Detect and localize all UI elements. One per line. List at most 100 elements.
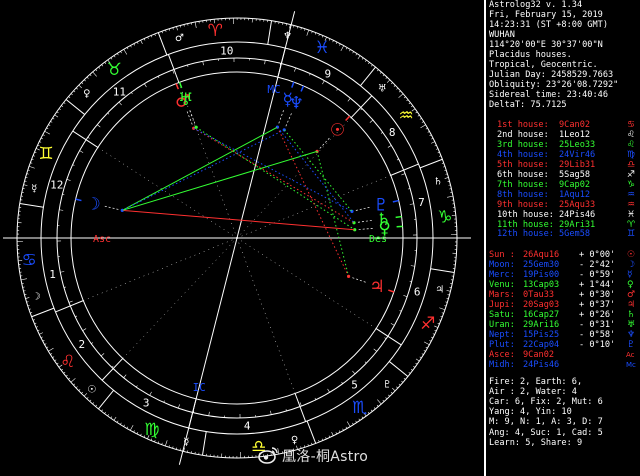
house-ring-tick bbox=[369, 119, 374, 123]
degree-tick bbox=[403, 96, 406, 99]
house-ring-tick bbox=[309, 73, 311, 76]
planet-tick bbox=[392, 199, 399, 203]
sign-ruler-icon: ♀ bbox=[83, 89, 90, 100]
degree-tick bbox=[52, 356, 55, 358]
house-number: 1 bbox=[49, 268, 56, 281]
degree-tick bbox=[325, 437, 327, 440]
house-number: 6 bbox=[414, 285, 421, 298]
stat-line: M: 9, N: 1, A: 3, D: 7 bbox=[489, 417, 603, 428]
house-cusp-inner bbox=[122, 237, 238, 359]
house-label: 9th house: bbox=[497, 199, 549, 210]
degree-tick bbox=[110, 416, 113, 419]
degree-tick bbox=[439, 307, 446, 311]
planet-speed: - 0°10' bbox=[579, 340, 616, 350]
sign-boundary bbox=[267, 20, 273, 45]
degree-tick bbox=[434, 144, 437, 147]
degree-tick bbox=[321, 438, 324, 441]
degree-tick bbox=[176, 26, 178, 31]
house-ring-tick bbox=[396, 158, 399, 161]
house-ring-tick bbox=[384, 337, 387, 339]
house-ring-tick bbox=[360, 108, 363, 111]
house-number: 11 bbox=[113, 85, 126, 98]
house-number: 2 bbox=[78, 338, 85, 351]
aspect-line bbox=[122, 209, 355, 231]
house-ring-tick bbox=[401, 173, 406, 176]
degree-tick bbox=[129, 424, 134, 431]
degree-tick bbox=[98, 66, 101, 69]
degree-tick bbox=[328, 435, 331, 438]
house-ring-tick bbox=[178, 404, 180, 409]
house-ring-tick bbox=[68, 300, 73, 303]
degree-tick bbox=[101, 64, 104, 67]
degree-tick bbox=[364, 59, 367, 62]
degree-tick bbox=[437, 323, 440, 325]
degree-tick bbox=[40, 336, 43, 339]
house-ring-tick bbox=[79, 150, 84, 153]
degree-tick bbox=[331, 432, 334, 436]
house-ring-tick bbox=[60, 271, 65, 273]
planet-tick bbox=[395, 215, 402, 219]
degree-tick bbox=[340, 45, 345, 52]
degree-tick bbox=[342, 428, 344, 431]
degree-tick bbox=[136, 41, 139, 44]
degree-tick bbox=[335, 432, 338, 435]
degree-tick bbox=[401, 380, 404, 383]
degree-tick bbox=[388, 394, 390, 397]
sign-ruler-icon: ☽ bbox=[32, 292, 41, 303]
sign-ruler-icon: ♇ bbox=[383, 379, 392, 390]
degree-tick bbox=[332, 40, 334, 43]
degree-tick bbox=[34, 322, 37, 325]
house-ring-tick bbox=[59, 209, 64, 211]
degree-tick bbox=[104, 411, 106, 414]
degree-tick bbox=[54, 114, 59, 118]
aspect-line bbox=[283, 129, 353, 212]
planet-tick bbox=[175, 83, 180, 90]
degree-tick bbox=[73, 383, 76, 386]
degree-tick bbox=[390, 392, 393, 394]
degree-tick bbox=[431, 336, 434, 339]
house-number: 4 bbox=[244, 420, 251, 433]
degree-tick bbox=[431, 141, 435, 144]
house-ring-tick bbox=[107, 112, 110, 115]
degree-tick bbox=[436, 148, 439, 150]
house-value: 25Aqu33 bbox=[559, 199, 596, 210]
degree-tick bbox=[73, 90, 76, 93]
zodiac-sign-icon: ♒ bbox=[399, 106, 414, 126]
aspect-line bbox=[122, 129, 285, 211]
zodiac-sign-icon: ♐ bbox=[420, 314, 435, 334]
degree-tick bbox=[306, 29, 310, 36]
stat-line: Ang: 4, Suc: 1, Cad: 5 bbox=[489, 427, 603, 438]
degree-tick bbox=[357, 55, 361, 60]
degree-tick bbox=[406, 99, 409, 102]
house-ring-tick bbox=[66, 179, 71, 181]
degree-tick bbox=[78, 389, 81, 391]
degree-tick bbox=[420, 124, 426, 129]
planet-leader bbox=[356, 228, 373, 230]
sign-boundary bbox=[430, 268, 455, 274]
degree-tick bbox=[339, 43, 341, 46]
house-ring-tick bbox=[347, 97, 351, 102]
ascendant-label: Asc bbox=[93, 234, 111, 245]
degree-tick bbox=[408, 372, 411, 374]
house-ring-tick bbox=[403, 295, 408, 297]
degree-tick bbox=[338, 430, 341, 433]
degree-tick bbox=[140, 40, 143, 44]
sign-ruler-icon: ☿ bbox=[31, 183, 37, 194]
house-number: 5 bbox=[351, 379, 358, 392]
degree-tick bbox=[86, 397, 89, 400]
planet-tick bbox=[291, 81, 295, 88]
house-ring-tick bbox=[390, 323, 395, 326]
planet-tick bbox=[345, 115, 351, 122]
degree-tick bbox=[95, 69, 98, 72]
house-ring-tick bbox=[336, 88, 338, 91]
degree-tick bbox=[54, 359, 57, 362]
zodiac-sign-icon: ♑ bbox=[437, 207, 452, 227]
house-ring-tick bbox=[373, 348, 378, 352]
house-number: 9 bbox=[324, 67, 331, 80]
degree-tick bbox=[56, 362, 59, 365]
degree-tick bbox=[58, 108, 61, 111]
house-ring-tick bbox=[202, 61, 204, 66]
planet-glyph-icon: Mc bbox=[626, 361, 636, 369]
degree-tick bbox=[361, 57, 364, 60]
house-cusp bbox=[350, 95, 373, 118]
